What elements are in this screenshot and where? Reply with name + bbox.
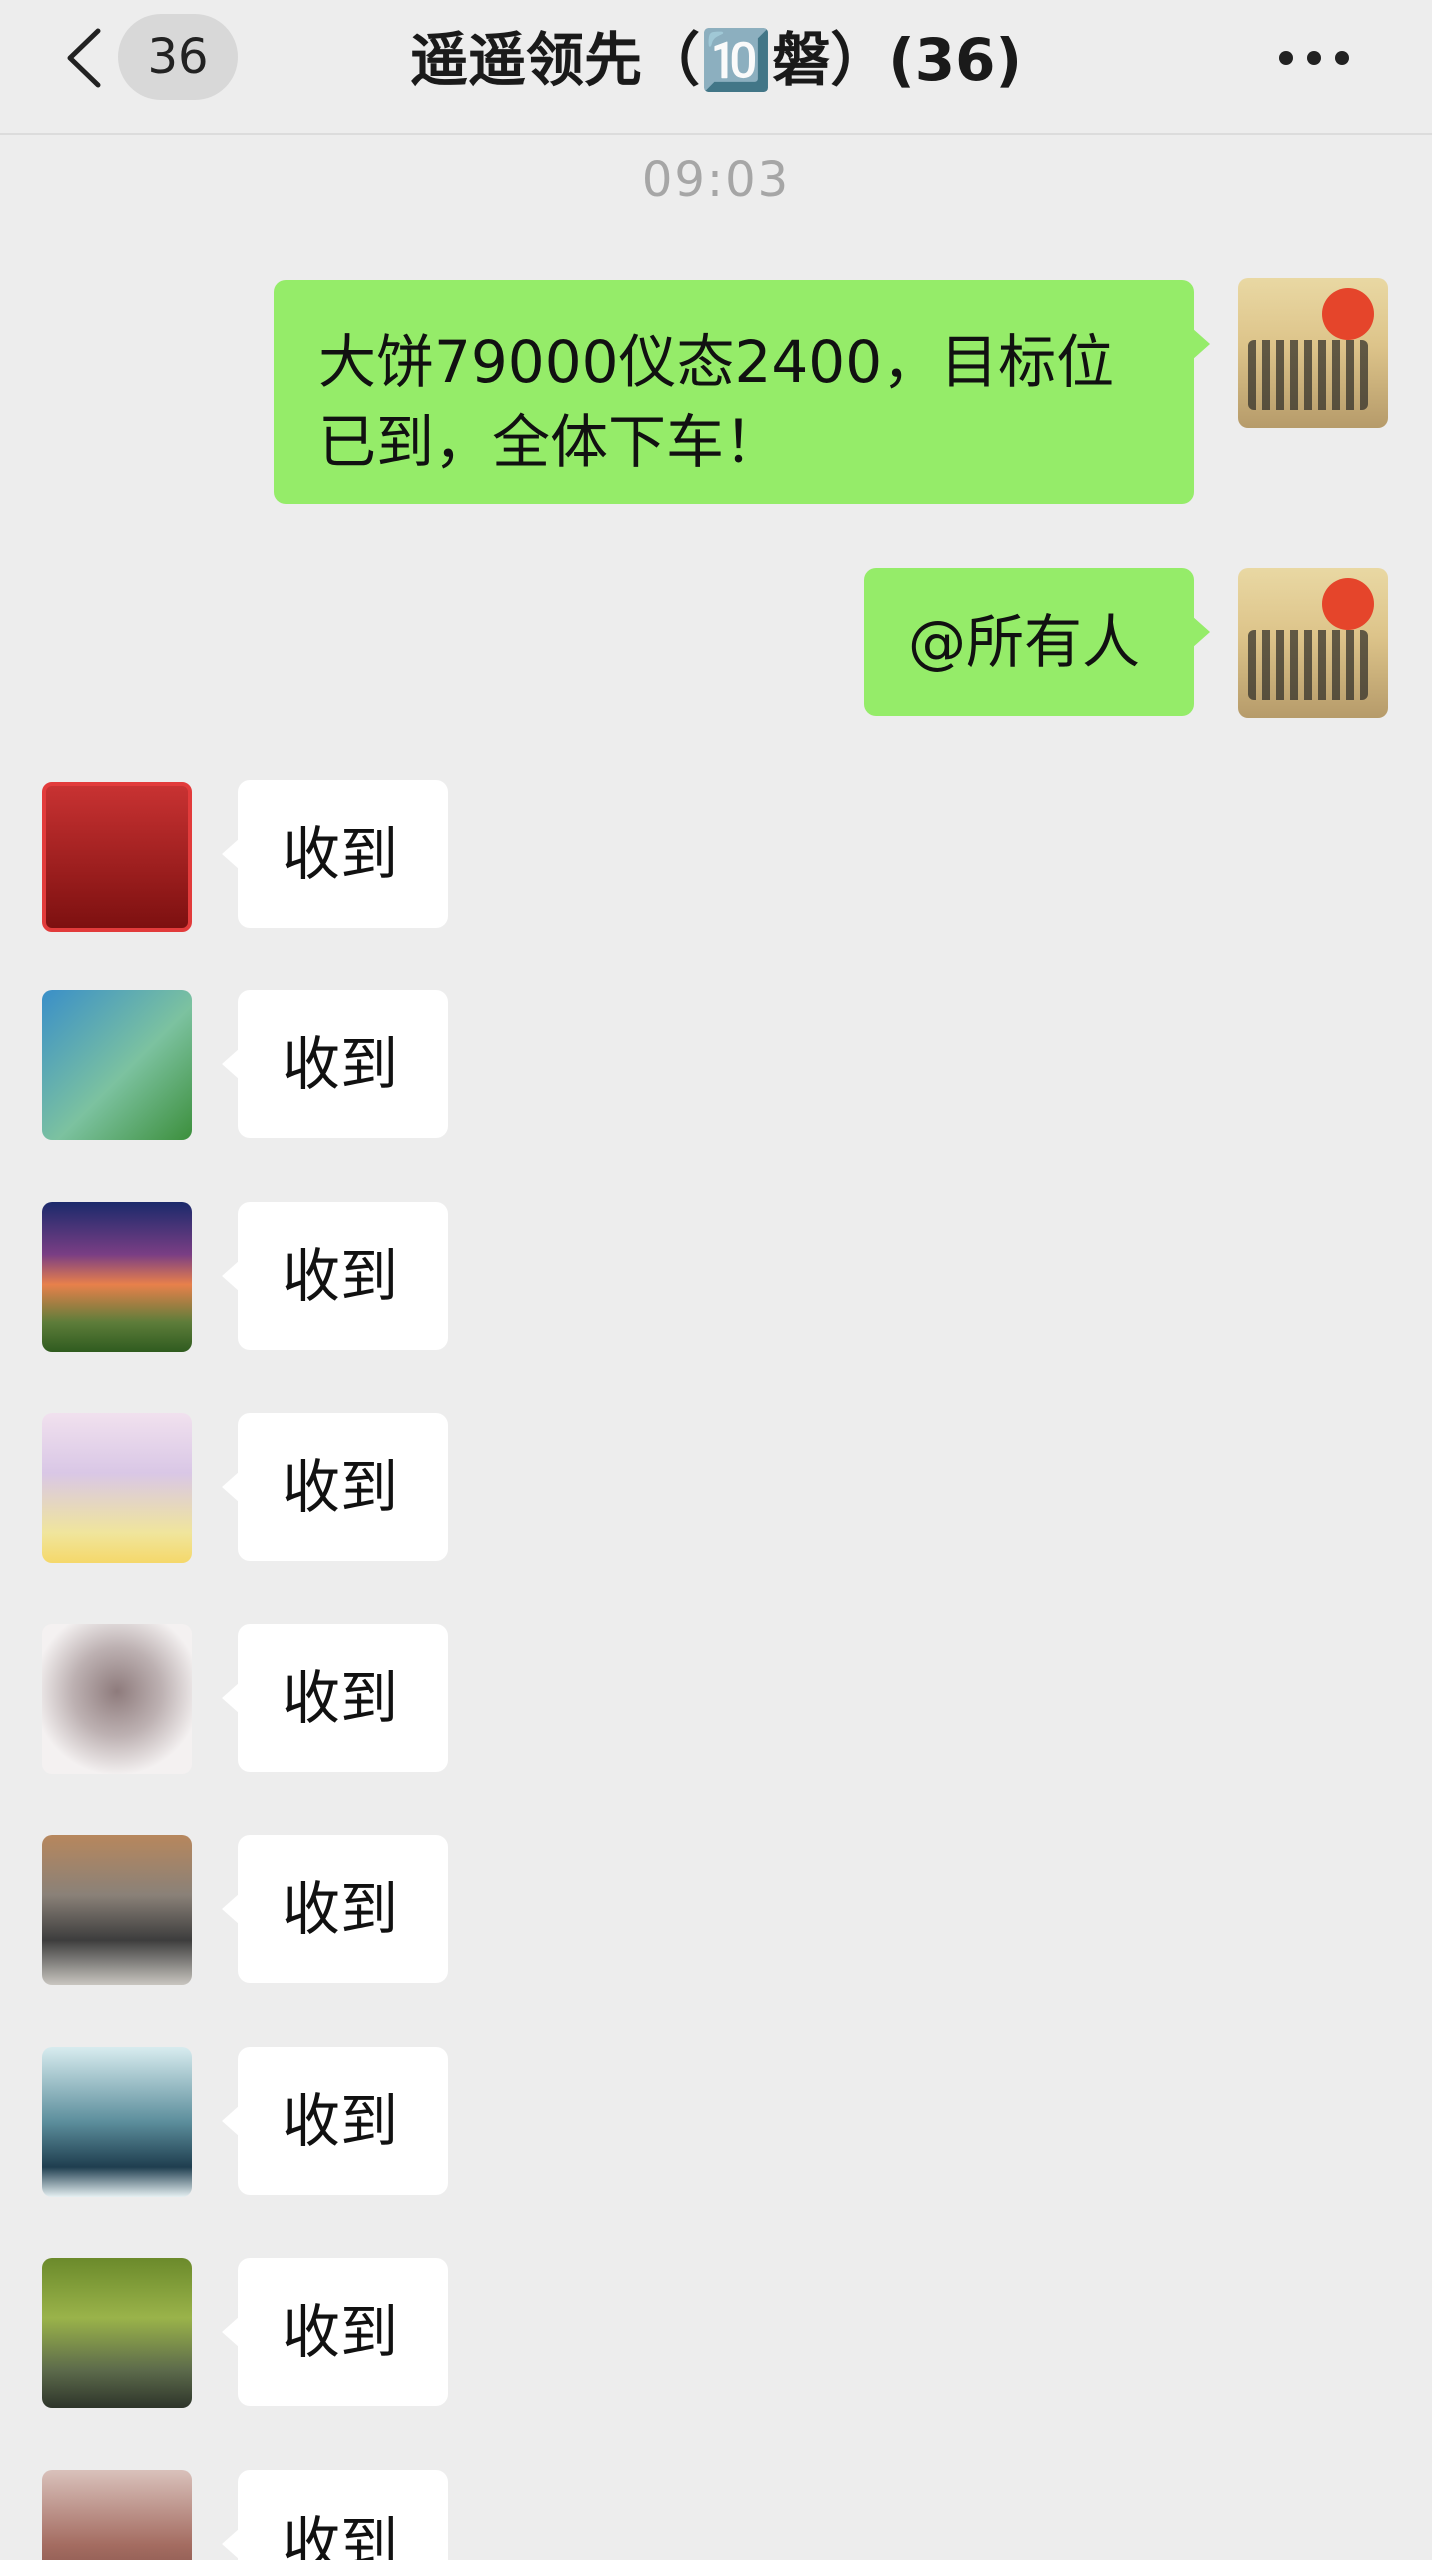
- outgoing-message-bubble[interactable]: 大饼79000仪态2400，目标位 已到，全体下车！: [274, 280, 1210, 504]
- message-text: 收到: [282, 2298, 399, 2366]
- message-text: @所有人: [908, 608, 1141, 676]
- member-avatar[interactable]: [42, 1624, 192, 1774]
- self-avatar[interactable]: [1238, 568, 1388, 718]
- message-text: 收到: [282, 1242, 399, 1310]
- avatar-sun-shape: [1322, 578, 1374, 630]
- member-avatar[interactable]: [42, 1835, 192, 1985]
- member-avatar[interactable]: [42, 2047, 192, 2197]
- outgoing-message-bubble[interactable]: @所有人: [864, 568, 1210, 716]
- message-row-incoming: 收到: [0, 1835, 1432, 1987]
- message-row-incoming: 收到: [0, 1413, 1432, 1565]
- avatar-landscape-shape: [1248, 340, 1368, 410]
- incoming-message-bubble[interactable]: 收到: [222, 1202, 448, 1350]
- member-avatar[interactable]: [42, 2258, 192, 2408]
- self-avatar[interactable]: [1238, 278, 1388, 428]
- message-text: 收到: [282, 1030, 399, 1098]
- message-text: 收到: [282, 2087, 399, 2155]
- message-text-line: 大饼79000仪态2400，目标位: [318, 328, 1115, 396]
- message-timestamp: 09:03: [641, 152, 791, 208]
- incoming-message-bubble[interactable]: 收到: [222, 1835, 448, 1983]
- incoming-message-bubble[interactable]: 收到: [222, 2258, 448, 2406]
- message-row-incoming: 收到: [0, 1202, 1432, 1354]
- member-avatar[interactable]: [42, 2470, 192, 2560]
- chevron-left-icon: [67, 28, 101, 88]
- member-avatar[interactable]: [42, 990, 192, 1140]
- incoming-message-bubble[interactable]: 收到: [222, 1413, 448, 1561]
- message-text-line: 已到，全体下车！: [318, 408, 783, 476]
- member-avatar[interactable]: [42, 782, 192, 932]
- incoming-message-bubble[interactable]: 收到: [222, 2047, 448, 2195]
- message-row-incoming: 收到: [0, 2470, 1432, 2560]
- more-dot-icon: [1279, 51, 1293, 65]
- more-dot-icon: [1335, 51, 1349, 65]
- message-row-incoming: 收到: [0, 778, 1432, 932]
- message-text: 收到: [282, 2510, 399, 2560]
- message-row-incoming: 收到: [0, 2258, 1432, 2410]
- message-row-incoming: 收到: [0, 990, 1432, 1142]
- incoming-message-bubble[interactable]: 收到: [222, 990, 448, 1138]
- avatar-landscape-shape: [1248, 630, 1368, 700]
- more-dot-icon: [1307, 51, 1321, 65]
- message-text: 收到: [282, 820, 399, 888]
- message-row-outgoing: @所有人: [0, 566, 1432, 720]
- message-text: 收到: [282, 1664, 399, 1732]
- member-avatar[interactable]: [42, 1413, 192, 1563]
- more-button[interactable]: [1264, 26, 1364, 90]
- incoming-message-bubble[interactable]: 收到: [222, 2470, 448, 2560]
- avatar-sun-shape: [1322, 288, 1374, 340]
- back-button[interactable]: [48, 20, 118, 96]
- incoming-message-bubble[interactable]: 收到: [222, 1624, 448, 1772]
- message-row-incoming: 收到: [0, 2047, 1432, 2199]
- member-avatar[interactable]: [42, 1202, 192, 1352]
- message-row-incoming: 收到: [0, 1624, 1432, 1776]
- message-text: 收到: [282, 1875, 399, 1943]
- message-text: 收到: [282, 1453, 399, 1521]
- incoming-message-bubble[interactable]: 收到: [222, 780, 448, 928]
- chat-title: 遥遥领先（🔟磐）(36): [410, 26, 1022, 94]
- unread-count-badge[interactable]: 36: [118, 14, 238, 100]
- chat-header: 36 遥遥领先（🔟磐）(36): [0, 0, 1432, 135]
- message-row-outgoing: 大饼79000仪态2400，目标位 已到，全体下车！: [0, 278, 1432, 508]
